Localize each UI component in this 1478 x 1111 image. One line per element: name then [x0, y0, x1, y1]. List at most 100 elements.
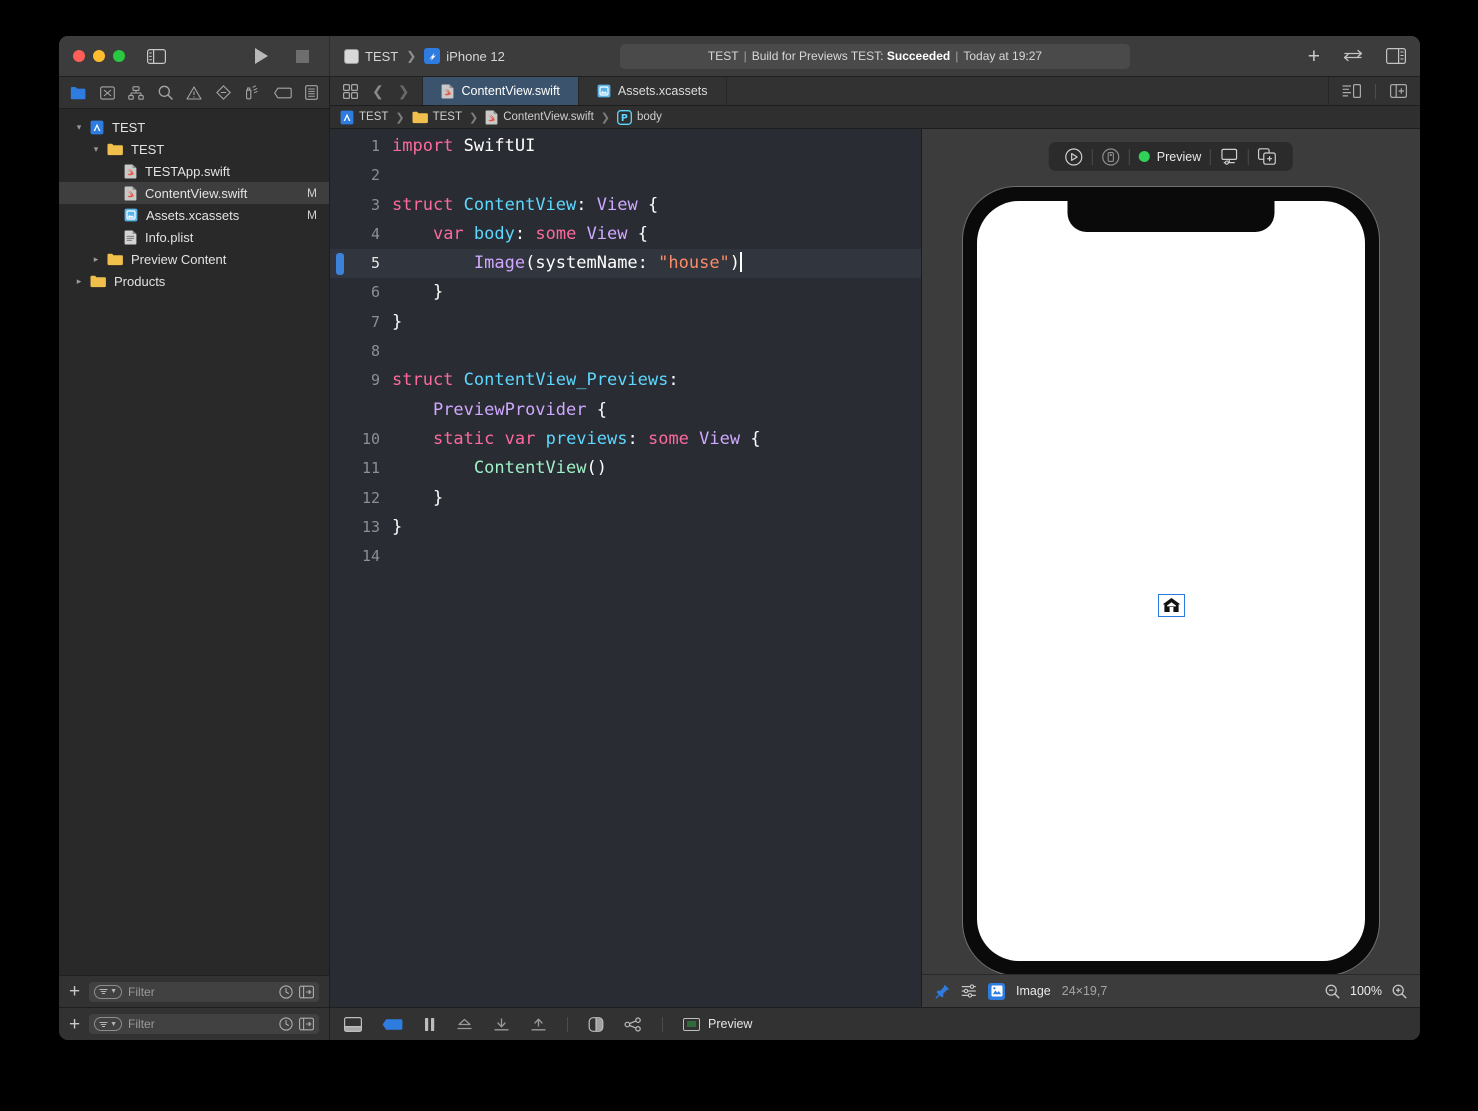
pin-icon[interactable]	[935, 984, 950, 999]
code-line[interactable]: 8	[330, 337, 921, 366]
view-debug-icon[interactable]	[588, 1017, 604, 1032]
memory-graph-icon[interactable]	[624, 1017, 642, 1032]
code-line[interactable]: 2	[330, 161, 921, 190]
sidebar-item-assets-xcassets[interactable]: Assets.xcassetsM	[59, 204, 329, 226]
step-over-icon[interactable]	[456, 1017, 473, 1032]
preview-selector[interactable]: Preview	[683, 1017, 752, 1031]
code-line[interactable]: 10 static var previews: some View {	[330, 425, 921, 454]
clock-icon[interactable]	[279, 985, 293, 999]
chevron-down-icon[interactable]: ▾	[73, 122, 85, 133]
source-code-editor[interactable]: 1import SwiftUI23struct ContentView: Vie…	[330, 129, 922, 1007]
source-control-filter-icon-bottom[interactable]	[299, 1017, 314, 1031]
navigator-toolbar	[59, 77, 329, 109]
house-icon[interactable]	[1158, 594, 1185, 617]
sidebar-item-test[interactable]: ▾TEST	[59, 138, 329, 160]
variants-icon[interactable]	[961, 984, 977, 998]
editor-grid-icon[interactable]	[343, 84, 358, 99]
play-circle-icon[interactable]	[1056, 148, 1092, 166]
plus-icon[interactable]: +	[1308, 46, 1320, 67]
breakpoint-navigator-icon[interactable]	[274, 87, 292, 99]
project-tree[interactable]: ▾TEST▾TESTTESTApp.swiftContentView.swift…	[59, 109, 329, 975]
build-status-bar[interactable]: TEST | Build for Previews TEST: Succeede…	[620, 44, 1130, 69]
sidebar-item-info-plist[interactable]: Info.plist	[59, 226, 329, 248]
filter-scope-icon[interactable]: ▼	[94, 985, 122, 999]
code-line[interactable]: 13}	[330, 513, 921, 542]
code-line[interactable]: 12 }	[330, 484, 921, 513]
breadcrumb[interactable]: TEST❯TEST❯ContentView.swift❯Pbody	[330, 106, 1420, 129]
device-settings-icon[interactable]	[1211, 148, 1248, 165]
code-line[interactable]: 11 ContentView()	[330, 454, 921, 483]
pause-icon[interactable]	[423, 1017, 436, 1032]
zoom-button[interactable]	[113, 50, 125, 62]
device-inspect-icon[interactable]	[1093, 148, 1129, 166]
canvas-stage[interactable]: Preview	[922, 129, 1420, 974]
forward-chevron-icon[interactable]: ❯	[398, 83, 410, 100]
minimap-toggle-icon[interactable]	[1342, 84, 1361, 98]
breadcrumb-item-contentview-swift[interactable]: ContentView.swift	[485, 110, 594, 125]
code-line[interactable]: 6 }	[330, 278, 921, 307]
tab-contentview-swift[interactable]: ContentView.swift	[423, 77, 578, 105]
test-navigator-icon[interactable]	[216, 85, 231, 100]
line-number: 2	[330, 161, 392, 190]
step-into-icon[interactable]	[493, 1017, 510, 1032]
inspector-toggle-icon[interactable]	[1386, 48, 1406, 64]
destination-name: iPhone 12	[446, 49, 505, 64]
breakpoints-toggle-icon[interactable]	[382, 1018, 403, 1031]
breakpoint-marker[interactable]	[336, 253, 344, 275]
sidebar-item-contentview-swift[interactable]: ContentView.swiftM	[59, 182, 329, 204]
debug-area-toggle-icon[interactable]	[344, 1017, 362, 1032]
find-navigator-icon[interactable]	[158, 85, 173, 100]
code-line[interactable]: 14	[330, 542, 921, 571]
symbol-navigator-icon[interactable]	[128, 86, 144, 100]
source-control-filter-icon[interactable]	[299, 985, 314, 999]
code-line[interactable]: 7}	[330, 308, 921, 337]
device-frame[interactable]	[962, 186, 1380, 974]
minimize-button[interactable]	[93, 50, 105, 62]
sidebar-item-products[interactable]: ▸Products	[59, 270, 329, 292]
zoom-level[interactable]: 100%	[1350, 984, 1382, 998]
close-button[interactable]	[73, 50, 85, 62]
code-line[interactable]: 5 Image(systemName: "house")	[330, 249, 921, 278]
breadcrumb-item-test[interactable]: TEST	[340, 110, 388, 125]
step-out-icon[interactable]	[530, 1017, 547, 1032]
debug-navigator-icon[interactable]	[244, 85, 260, 100]
device-screen[interactable]	[977, 201, 1365, 961]
sidebar-item-testapp-swift[interactable]: TESTApp.swift	[59, 160, 329, 182]
tab-assets-xcassets[interactable]: Assets.xcassets	[579, 77, 727, 105]
preview-status[interactable]: Preview	[1130, 150, 1210, 164]
sidebar-item-preview-content[interactable]: ▸Preview Content	[59, 248, 329, 270]
sidebar-toggle-icon[interactable]	[147, 49, 166, 64]
add-file-button[interactable]: +	[69, 982, 80, 1001]
chevron-down-icon[interactable]: ▾	[90, 144, 102, 155]
swap-arrows-icon[interactable]	[1342, 49, 1364, 63]
code-line[interactable]: 3struct ContentView: View {	[330, 191, 921, 220]
line-number: 7	[330, 308, 392, 337]
code-line[interactable]: 9struct ContentView_Previews:	[330, 366, 921, 395]
code-line[interactable]: 4 var body: some View {	[330, 220, 921, 249]
code-line[interactable]: 1import SwiftUI	[330, 132, 921, 161]
add-editor-icon[interactable]	[1390, 84, 1407, 98]
window-controls[interactable]	[73, 50, 125, 62]
clock-icon-bottom[interactable]	[279, 1017, 293, 1031]
stop-square-icon[interactable]	[296, 50, 309, 63]
project-navigator-icon[interactable]	[70, 86, 86, 100]
sidebar-item-test[interactable]: ▾TEST	[59, 116, 329, 138]
filter-input-bottom[interactable]: ▼ Filter	[89, 1014, 319, 1034]
filter-input[interactable]: ▼ Filter	[89, 982, 319, 1002]
chevron-right-icon[interactable]: ▸	[73, 276, 85, 287]
zoom-out-icon[interactable]	[1325, 984, 1340, 999]
back-chevron-icon[interactable]: ❮	[372, 83, 384, 100]
code-line[interactable]: PreviewProvider {	[330, 396, 921, 425]
run-play-icon[interactable]	[255, 48, 268, 64]
add-file-button-bottom[interactable]: +	[69, 1015, 80, 1034]
issue-navigator-icon[interactable]	[186, 86, 202, 100]
breadcrumb-item-test[interactable]: TEST	[412, 111, 462, 124]
zoom-in-icon[interactable]	[1392, 984, 1407, 999]
scheme-selector[interactable]: TEST ❯ iPhone 12	[344, 48, 505, 64]
breadcrumb-item-body[interactable]: Pbody	[617, 110, 662, 125]
filter-scope-icon-bottom[interactable]: ▼	[94, 1017, 122, 1031]
chevron-right-icon[interactable]: ▸	[90, 254, 102, 265]
duplicate-preview-icon[interactable]	[1249, 148, 1286, 165]
report-navigator-icon[interactable]	[305, 85, 318, 100]
source-control-navigator-icon[interactable]	[100, 86, 115, 100]
